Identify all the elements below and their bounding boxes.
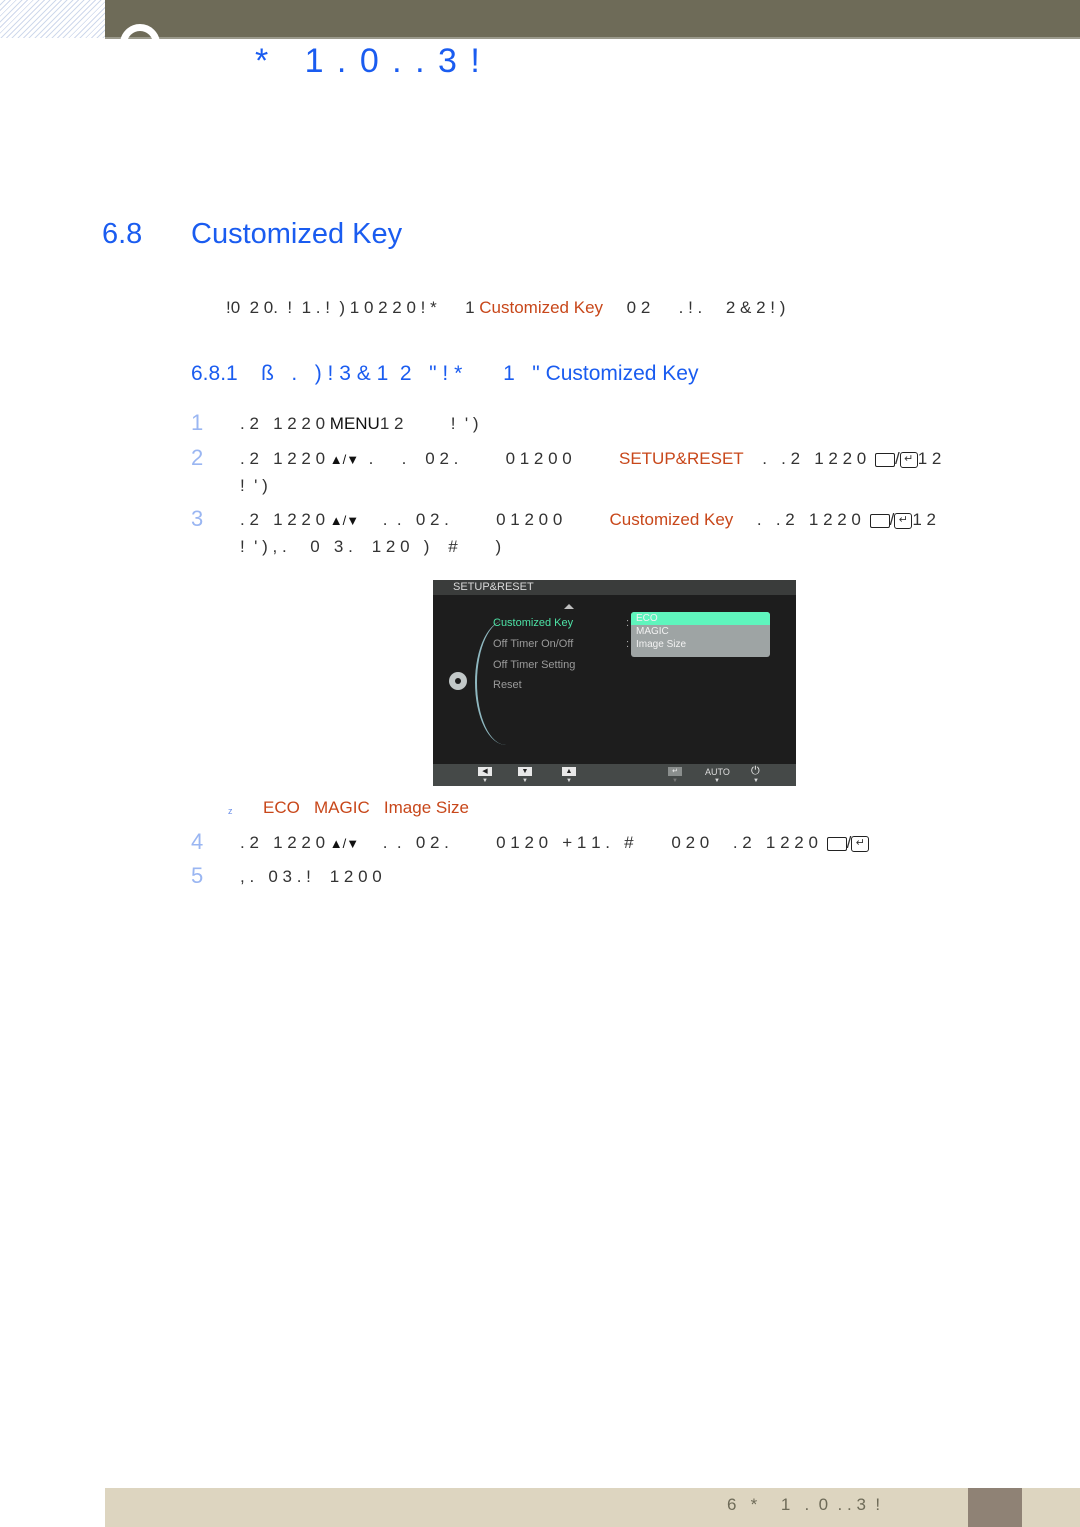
intro-text-end: 0 2 . ! . 2 & 2 ! ) [603,298,786,317]
osd-title: SETUP&RESET [433,580,796,595]
up-down-arrow-icon: ▲/▼ [329,513,360,528]
step-text-part: 1 2 [917,449,942,468]
source-button-icon [826,836,847,851]
enter-button-icon: ↵ [851,835,870,852]
note-options: ECO MAGIC Image Size [263,798,469,817]
page-number-box [968,1488,1022,1527]
osd-item-off-timer-onoff[interactable]: Off Timer On/Off [493,638,573,650]
up-down-arrow-icon: ▲/▼ [329,836,360,851]
osd-option-image-size[interactable]: Image Size [631,638,770,651]
step-text-part: 1 2 [912,510,936,529]
step-text-part: . . 2 1 2 2 0 [743,449,871,468]
osd-item-reset[interactable]: Reset [493,679,522,691]
indicator-icon: ▼ [753,778,759,784]
chapter-title: * 1 . 0 . . 3 ! [255,42,482,80]
step-text-part: . . 2 1 2 2 0 [733,510,866,529]
step-text-line2: ! ' ) [240,476,268,495]
up-down-arrow-icon: ▲/▼ [329,452,360,467]
step-number: 4 [191,829,204,854]
power-icon: ⏻ [751,765,760,777]
header-hatch-decoration [0,0,105,38]
osd-options-dropdown[interactable]: ECO MAGIC Image Size [631,612,770,657]
step-number: 5 [191,863,204,888]
step-text-part: . 2 1 2 2 0 [240,414,330,433]
enter-button-icon: ↵ [894,512,913,529]
source-button-icon [874,452,895,467]
indicator-icon: ▼ [482,778,488,784]
step-highlight: Customized Key [609,510,734,529]
step-text: . 2 1 2 2 0 ▲/▼ . . 0 2 . 0 1 2 0 0 Cust… [240,510,936,529]
step-text: . 2 1 2 2 0 ▲/▼ . . 0 2 . 0 1 2 0 0 SETU… [240,449,942,468]
footer-chapter-title: 6 * 1 . 0 . . 3 ! [727,1495,881,1514]
enter-icon: ↵ [668,767,682,776]
osd-colon: : [626,617,630,629]
step-text-part: . 2 1 2 2 0 [240,510,330,529]
header-bar [105,0,1080,39]
up-arrow-icon: ▲ [562,767,576,776]
section-intro: !0 2 0. ! 1 . ! ) 1 0 2 2 0 ! * 1 Custom… [226,298,785,318]
subsection-number: 6.8.1 [191,362,238,385]
intro-highlight: Customized Key [479,298,604,317]
subsection-title-highlight: Customized Key [545,362,699,385]
chapter-circle-icon [120,24,160,40]
section-title: Customized Key [191,218,403,250]
step-highlight: SETUP&RESET [618,449,744,468]
osd-item-off-timer-setting[interactable]: Off Timer Setting [493,659,575,671]
intro-text: !0 2 0. ! 1 . ! ) 1 0 2 2 0 ! * 1 [226,298,480,317]
step-number: 1 [191,410,204,435]
step-text-part: 1 2 ! ' ) [379,414,479,433]
osd-button-guide: ◀ ▼ ▼ ▼ ▲ ▼ ↵ ▼ AUTO ▼ ⏻ ▼ [433,764,796,786]
step-text: , . 0 3 . ! 1 2 0 0 [240,867,382,886]
step-text-part: . . 0 2 . 0 1 2 0 + 1 1 . # 0 2 0 . 2 1 … [359,833,823,852]
step-text-part: . 2 1 2 2 0 [240,449,330,468]
osd-scroll-up-icon [564,604,574,609]
osd-item-customized-key[interactable]: Customized Key [493,617,573,629]
subsection-heading: 6.8.1 ß . ) ! 3 & 1 2 " ! * 1 " Customiz… [191,362,698,386]
osd-option-eco[interactable]: ECO [631,612,770,625]
menu-key-label: MENU [329,414,380,433]
step-text-part: . . 0 2 . 0 1 2 0 0 [359,510,610,529]
subsection-title: ß . ) ! 3 & 1 2 " ! * 1 " [261,362,546,385]
osd-menu-screenshot: SETUP&RESET Customized Key : Off Timer O… [433,580,796,786]
step-text-line2: ! ' ) , . 0 3 . 1 2 0 ) # ) [240,537,502,556]
page-footer [105,1488,1080,1527]
indicator-icon: ▼ [566,778,572,784]
gear-icon [449,672,467,690]
step-text: . 2 1 2 2 0 ▲/▼ . . 0 2 . 0 1 2 0 + 1 1 … [240,833,870,853]
step-number: 2 [191,445,204,470]
auto-label: AUTO [705,767,730,777]
enter-button-icon: ↵ [899,451,918,468]
osd-colon: : [626,638,630,650]
indicator-icon: ▼ [522,778,528,784]
indicator-icon: ▼ [714,778,720,784]
step-text-part: . 2 1 2 2 0 [240,833,330,852]
section-number: 6.8 [102,218,143,250]
step-text-part: . . 0 2 . 0 1 2 0 0 [359,449,619,468]
note-icon: z [228,806,233,816]
step-number: 3 [191,506,204,531]
step-text: . 2 1 2 2 0 MENU1 2 ! ' ) [240,414,479,434]
down-arrow-icon: ▼ [518,767,532,776]
left-arrow-icon: ◀ [478,767,492,776]
indicator-icon: ▼ [672,778,678,784]
source-button-icon [869,513,890,528]
osd-option-magic[interactable]: MAGIC [631,625,770,638]
